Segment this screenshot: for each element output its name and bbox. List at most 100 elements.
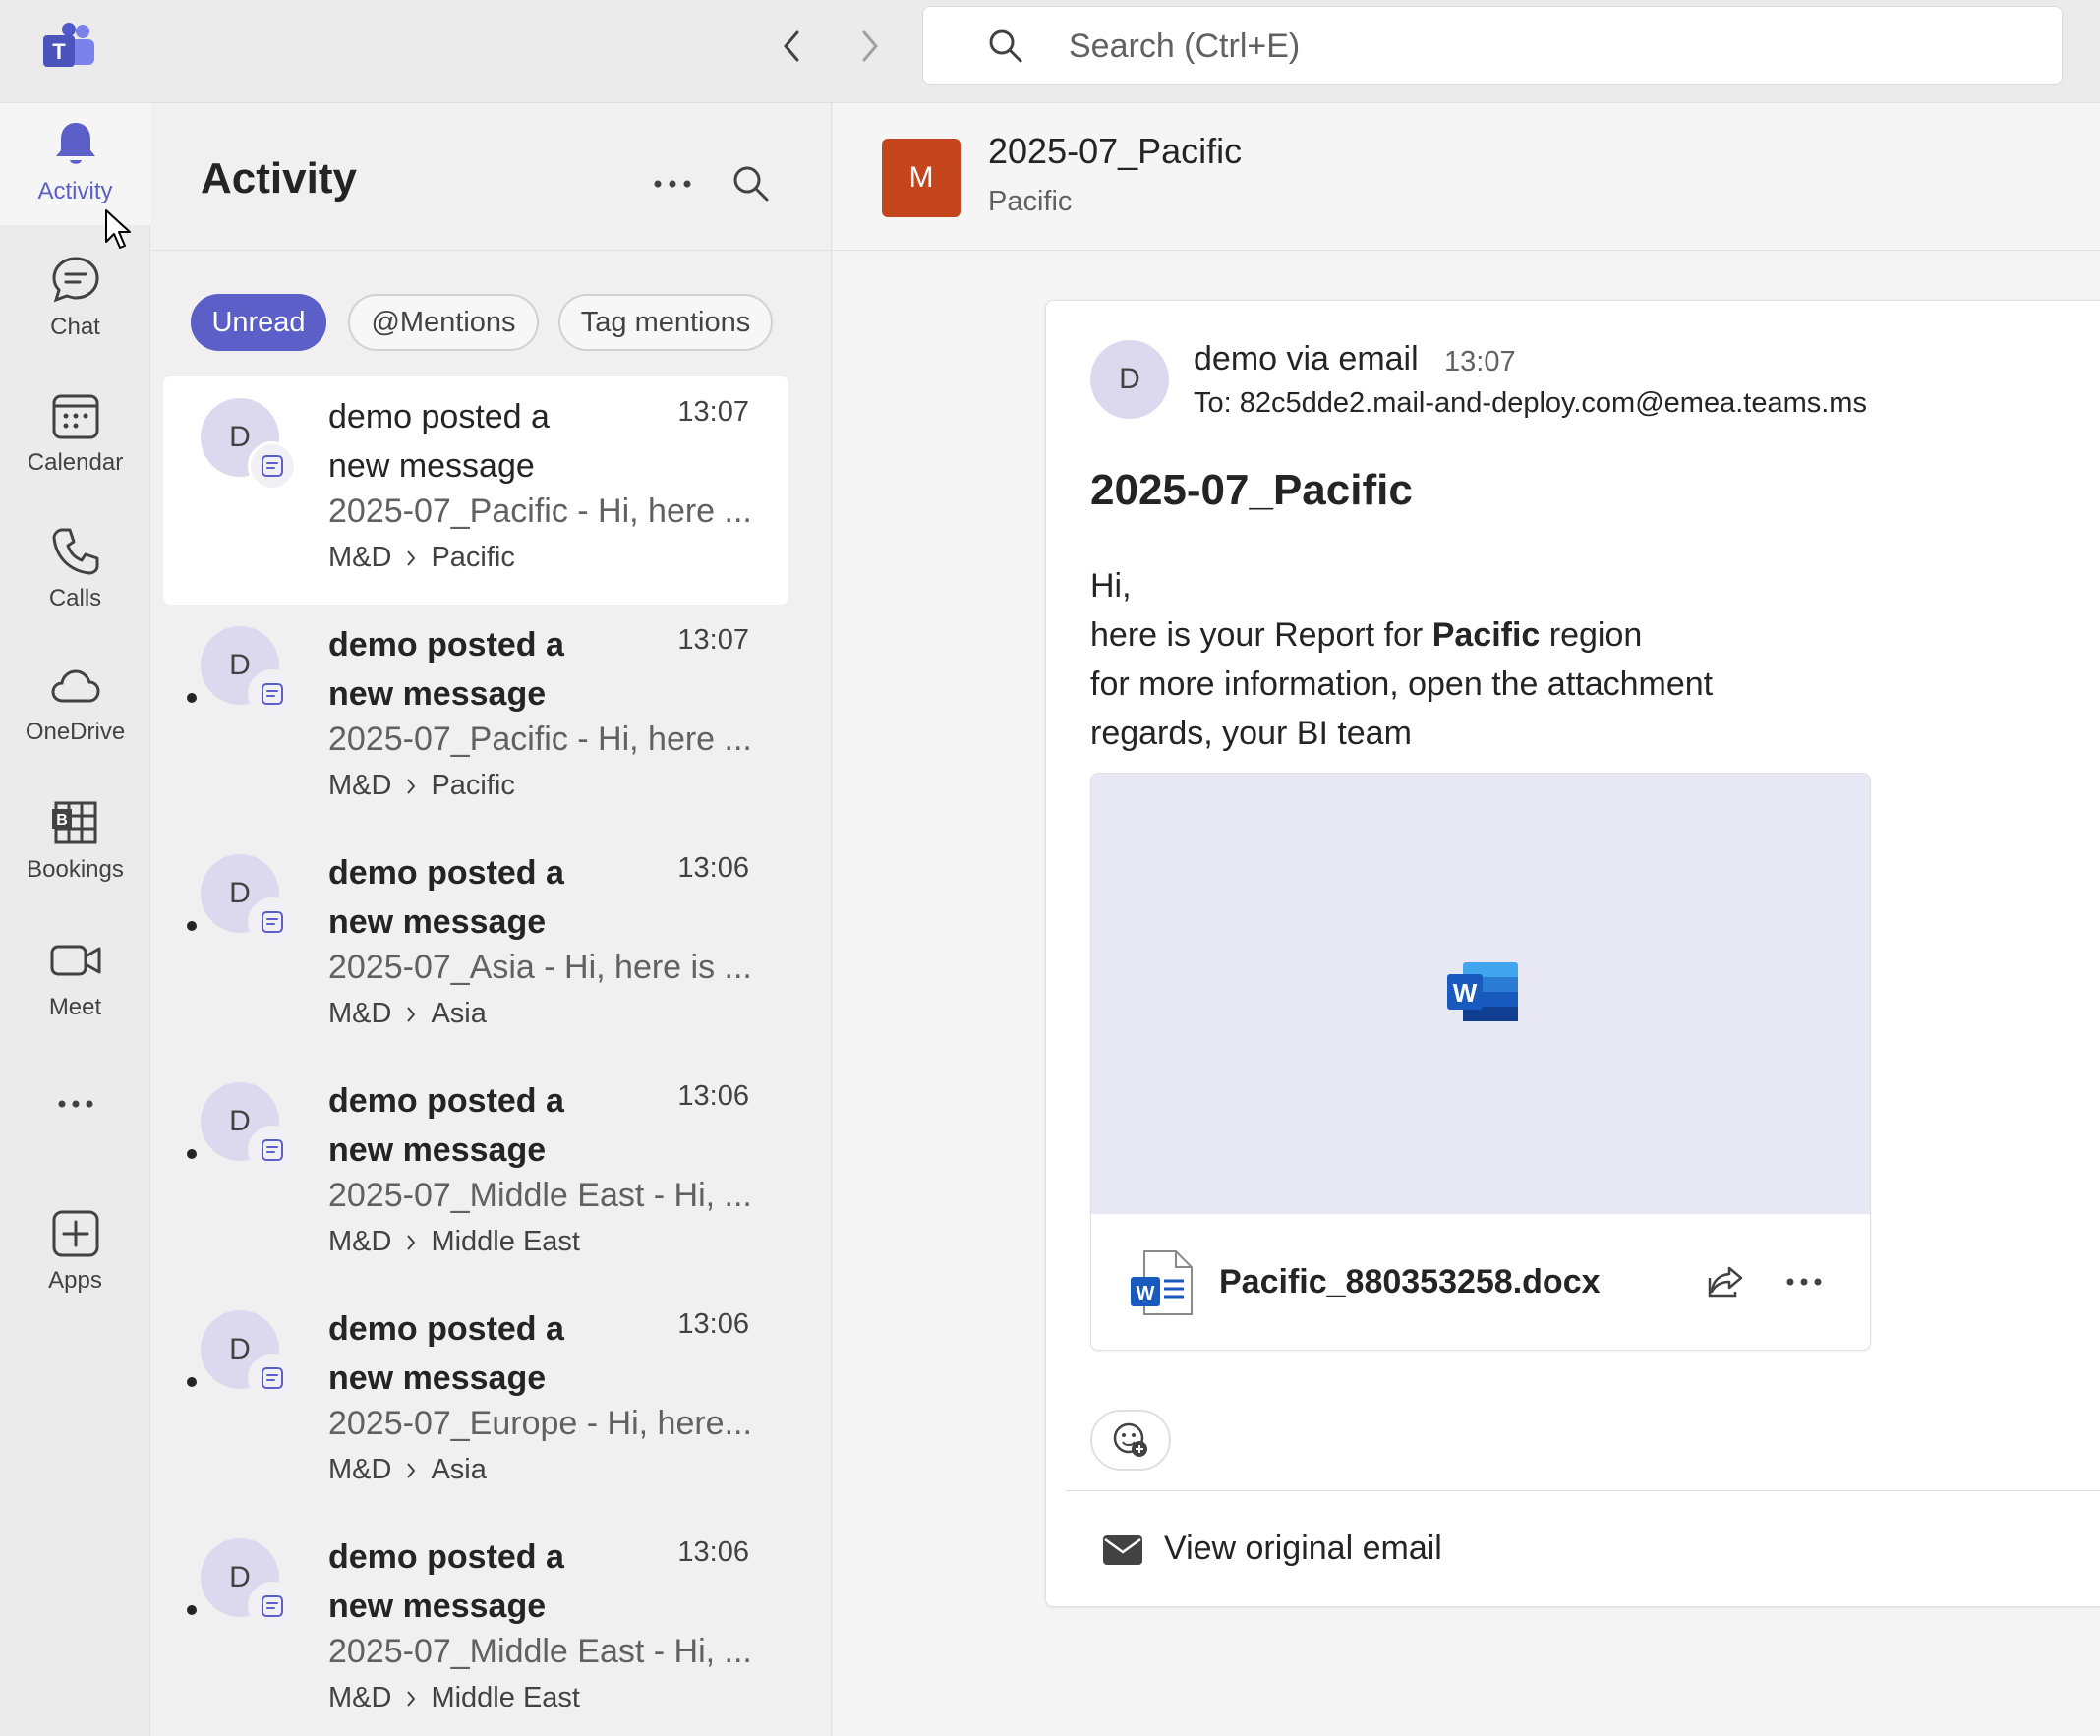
chevron-right-icon bbox=[407, 1234, 416, 1250]
search-icon bbox=[989, 29, 1022, 63]
activity-header: Activity bbox=[151, 103, 832, 251]
activity-search-button[interactable] bbox=[722, 154, 781, 213]
attachment-more-button[interactable] bbox=[1779, 1257, 1829, 1306]
channel-header: M 2025-07_Pacific Pacific bbox=[833, 103, 2100, 251]
post-icon bbox=[262, 1595, 283, 1617]
activity-item-title: demo posted a new message bbox=[328, 854, 564, 941]
chevron-right-icon bbox=[407, 1690, 416, 1707]
cloud-icon bbox=[50, 669, 100, 703]
activity-item-title: demo posted a new message bbox=[328, 398, 550, 485]
view-original-email-button[interactable]: View original email bbox=[1101, 1530, 1442, 1568]
mail-icon bbox=[1103, 1534, 1142, 1565]
message-recipient: To: 82c5dde2.mail-and-deploy.com@emea.te… bbox=[1194, 387, 1867, 419]
activity-item-location: M&D Asia bbox=[328, 1454, 487, 1485]
search-input[interactable] bbox=[1069, 19, 2012, 74]
svg-text:B: B bbox=[56, 812, 68, 829]
filter-mentions[interactable]: @Mentions bbox=[348, 294, 539, 351]
activity-item[interactable]: D demo posted a new message 13:06 2025-07… bbox=[163, 833, 788, 1061]
rail-item-bookings[interactable]: B Bookings bbox=[0, 781, 150, 903]
back-button[interactable] bbox=[767, 22, 816, 71]
rail-item-chat[interactable]: Chat bbox=[0, 239, 150, 361]
rail-label: Calendar bbox=[27, 449, 124, 476]
activity-item[interactable]: D demo posted a new message 13:06 2025-07… bbox=[163, 1289, 788, 1517]
message-subject: 2025-07_Pacific bbox=[1090, 466, 1413, 514]
channel-title[interactable]: 2025-07_Pacific bbox=[988, 131, 1242, 172]
rail-label: Activity bbox=[37, 178, 113, 204]
forward-button[interactable] bbox=[846, 22, 895, 71]
activity-item-preview: 2025-07_Asia - Hi, here is ... bbox=[328, 949, 752, 986]
activity-item-time: 13:06 bbox=[677, 1536, 749, 1568]
activity-item[interactable]: D demo posted a new message 13:07 2025-07… bbox=[163, 376, 788, 605]
chevron-right-icon bbox=[862, 30, 878, 62]
page-title: Activity bbox=[201, 154, 357, 203]
rail-item-calls[interactable]: Calls bbox=[0, 510, 150, 632]
svg-text:T: T bbox=[52, 39, 66, 64]
add-reaction-button[interactable] bbox=[1090, 1410, 1171, 1471]
activity-item-time: 13:07 bbox=[677, 396, 749, 428]
rail-item-meet[interactable]: Meet bbox=[0, 919, 150, 1041]
bookings-icon: B bbox=[51, 801, 96, 844]
channel-subtitle[interactable]: Pacific bbox=[988, 186, 1072, 218]
avatar[interactable]: D bbox=[1090, 340, 1169, 419]
phone-icon bbox=[52, 528, 98, 575]
svg-text:W: W bbox=[1453, 978, 1478, 1008]
activity-item-preview: 2025-07_Middle East - Hi, ... bbox=[328, 1633, 752, 1670]
filter-unread[interactable]: Unread bbox=[191, 294, 326, 351]
video-icon bbox=[50, 945, 100, 976]
activity-item-location: M&D Pacific bbox=[328, 542, 515, 573]
rail-label: Apps bbox=[48, 1267, 102, 1294]
emoji-add-icon bbox=[1113, 1422, 1147, 1457]
activity-item[interactable]: D demo posted a new message 13:06 2025-07… bbox=[163, 1061, 788, 1289]
bell-icon bbox=[55, 123, 95, 164]
activity-item-location: M&D Asia bbox=[328, 998, 487, 1029]
post-icon bbox=[262, 911, 283, 933]
attachment-card[interactable]: W W Pacific_880353258.docx bbox=[1090, 773, 1871, 1351]
more-icon bbox=[654, 180, 691, 188]
word-file-icon: W bbox=[1131, 1250, 1193, 1315]
activity-item[interactable]: D demo posted a new message 13:07 2025-07… bbox=[163, 605, 788, 833]
rail-item-onedrive[interactable]: OneDrive bbox=[0, 644, 150, 766]
mouse-cursor-icon bbox=[105, 209, 131, 249]
attachment-preview[interactable]: W bbox=[1091, 774, 1870, 1214]
rail-item-activity[interactable]: Activity bbox=[0, 103, 150, 225]
activity-item-preview: 2025-07_Europe - Hi, here... bbox=[328, 1405, 752, 1442]
chevron-right-icon bbox=[407, 1006, 416, 1022]
more-apps-button[interactable] bbox=[0, 1076, 150, 1135]
activity-item-preview: 2025-07_Pacific - Hi, here ... bbox=[328, 492, 752, 530]
activity-item-title: demo posted a new message bbox=[328, 626, 564, 713]
teams-logo-icon[interactable]: T bbox=[41, 22, 96, 71]
activity-panel: Activity Unread @Mentions Tag mentions D… bbox=[151, 103, 832, 1736]
activity-item[interactable]: D demo posted a new message 13:06 2025-07… bbox=[163, 1517, 788, 1736]
activity-item-time: 13:06 bbox=[677, 1308, 749, 1340]
activity-item-time: 13:06 bbox=[677, 852, 749, 884]
attachment-filename[interactable]: Pacific_880353258.docx bbox=[1219, 1263, 1601, 1302]
rail-label: Meet bbox=[48, 994, 102, 1020]
rail-label: Calls bbox=[48, 585, 102, 611]
chevron-left-icon bbox=[784, 30, 799, 62]
filter-tag-mentions[interactable]: Tag mentions bbox=[558, 294, 773, 351]
activity-item-title: demo posted a new message bbox=[328, 1082, 564, 1169]
team-avatar[interactable]: M bbox=[882, 139, 961, 217]
share-attachment-button[interactable] bbox=[1701, 1257, 1750, 1306]
channel-post-badge bbox=[248, 1354, 297, 1403]
activity-item-title: demo posted a new message bbox=[328, 1538, 564, 1625]
share-icon bbox=[1708, 1266, 1743, 1298]
channel-post-badge bbox=[248, 1582, 297, 1631]
post-icon bbox=[262, 455, 283, 477]
rail-label: Chat bbox=[50, 314, 100, 340]
chevron-right-icon bbox=[407, 778, 416, 794]
unread-indicator bbox=[187, 1149, 197, 1159]
calendar-icon bbox=[52, 394, 98, 439]
message-time: 13:07 bbox=[1444, 346, 1516, 377]
search-box[interactable] bbox=[922, 6, 2063, 85]
svg-text:W: W bbox=[1137, 1283, 1155, 1304]
rail-item-apps[interactable]: Apps bbox=[0, 1192, 150, 1314]
message-card: D demo via email 13:07 To: 82c5dde2.mail… bbox=[1045, 300, 2100, 1607]
post-icon bbox=[262, 1139, 283, 1161]
rail-item-calendar[interactable]: Calendar bbox=[0, 375, 150, 496]
post-icon bbox=[262, 1367, 283, 1389]
activity-item-location: M&D Pacific bbox=[328, 770, 515, 801]
app-rail: Activity Chat Calendar Calls OneDrive B … bbox=[0, 103, 150, 1736]
more-options-button[interactable] bbox=[643, 154, 702, 213]
activity-item-time: 13:06 bbox=[677, 1080, 749, 1112]
